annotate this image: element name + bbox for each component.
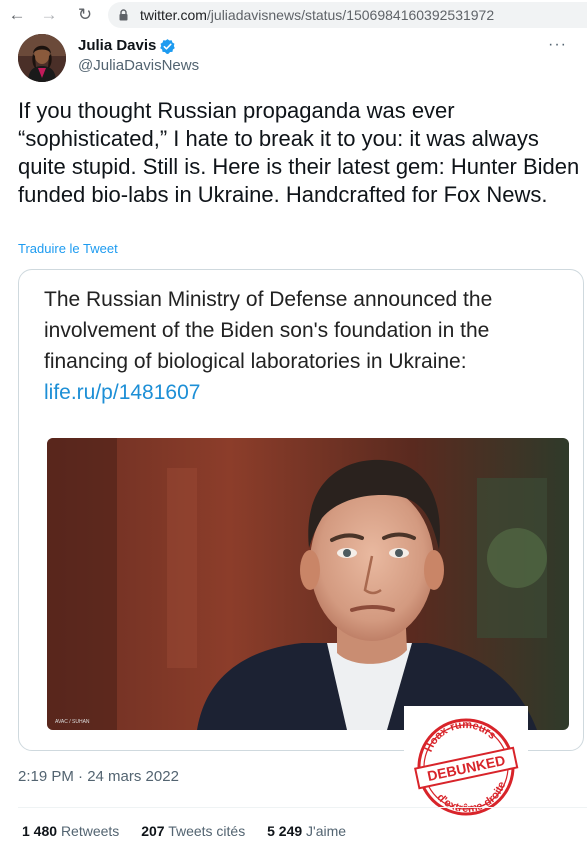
debunked-stamp: Hoax-rumeurs DEBUNKED d'extrême-droite <box>404 706 528 828</box>
likes-label: J'aime <box>306 823 347 839</box>
retweets-count: 1 480 <box>22 823 58 839</box>
arrow-right-icon[interactable]: → <box>38 4 60 26</box>
card-link[interactable]: life.ru/p/1481607 <box>44 377 574 408</box>
quotes-label: Tweets cités <box>168 823 246 839</box>
photo-credit: AVAC / SUHAN <box>55 719 90 725</box>
likes-count: 5 249 <box>267 823 303 839</box>
url-path: /juliadavisnews/status/15069841603925319… <box>206 7 495 23</box>
url-text[interactable]: twitter.com/juliadavisnews/status/150698… <box>140 7 494 23</box>
avatar[interactable] <box>18 34 66 82</box>
author-handle[interactable]: @JuliaDavisNews <box>78 57 199 74</box>
quotes-count: 207 <box>141 823 165 839</box>
portrait-image <box>47 438 569 730</box>
likes-stat[interactable]: 5 249 J'aime <box>267 823 346 839</box>
verified-badge-icon <box>160 39 175 54</box>
author-name[interactable]: Julia Davis <box>78 37 156 54</box>
card-text: The Russian Ministry of Defense announce… <box>44 284 574 408</box>
engagement-stats: 1 480 Retweets 207 Tweets cités 5 249 J'… <box>22 823 364 839</box>
news-photo[interactable]: AVAC / SUHAN <box>47 438 569 730</box>
tweet-timestamp[interactable]: 2:19 PM · 24 mars 2022 <box>18 768 179 785</box>
reload-icon[interactable]: ↻ <box>74 4 96 26</box>
address-bar[interactable]: twitter.com/juliadavisnews/status/150698… <box>108 2 587 28</box>
url-host: twitter.com <box>140 7 207 23</box>
card-body-text: The Russian Ministry of Defense announce… <box>44 288 493 373</box>
translate-tweet-link[interactable]: Traduire le Tweet <box>18 241 118 256</box>
lock-icon <box>119 9 128 21</box>
divider <box>18 807 587 808</box>
quotes-stat[interactable]: 207 Tweets cités <box>141 823 245 839</box>
tweet-text: If you thought Russian propaganda was ev… <box>18 98 580 207</box>
retweets-label: Retweets <box>60 823 120 839</box>
arrow-left-icon[interactable]: ← <box>6 4 28 26</box>
tweet-media-card[interactable]: The Russian Ministry of Defense announce… <box>18 269 584 751</box>
retweets-stat[interactable]: 1 480 Retweets <box>22 823 119 839</box>
browser-toolbar: ← → ↻ twitter.com/juliadavisnews/status/… <box>0 0 587 30</box>
more-options-icon[interactable]: ··· <box>548 36 567 54</box>
